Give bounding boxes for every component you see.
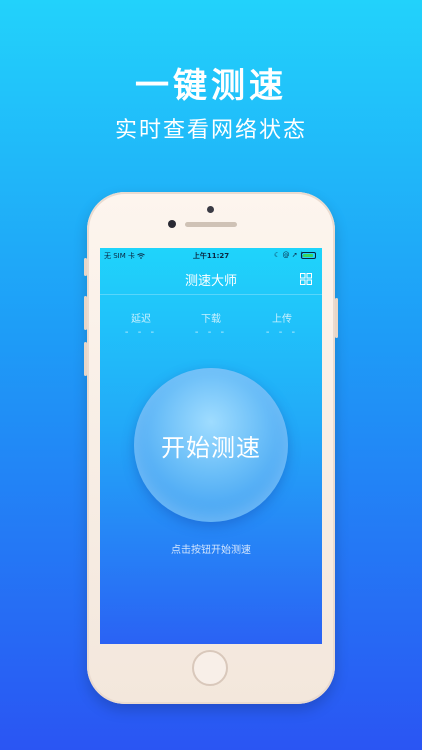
- stat-value: - - -: [265, 327, 299, 338]
- hero-title: 一键测速: [135, 66, 287, 106]
- mute-switch: [84, 258, 87, 276]
- volume-down-button: [84, 342, 87, 376]
- front-camera: [207, 206, 214, 213]
- power-button: [335, 298, 338, 338]
- nav-bar: 测速大师: [100, 262, 322, 295]
- app-title: 测速大师: [184, 274, 237, 289]
- stat-label: 延迟: [131, 314, 151, 325]
- volume-up-button: [84, 296, 87, 330]
- status-icons: ☾ @ ➚ ᛒ: [274, 251, 304, 259]
- hero-subtitle: 实时查看网络状态: [114, 118, 307, 143]
- proximity-sensor: [168, 220, 176, 228]
- hint-text: 点击按钮开始测速: [171, 545, 251, 556]
- stat-upload: 上传 - - -: [252, 310, 312, 338]
- earpiece-speaker: [185, 222, 237, 227]
- status-bar: 无 SIM 卡 上午11:27 ☾ @ ➚ ᛒ: [100, 248, 322, 262]
- location-icon: ➚: [291, 251, 298, 259]
- grid-icon[interactable]: [300, 273, 312, 285]
- stat-download: 下载 - - -: [181, 310, 241, 338]
- battery-fill: [303, 254, 313, 257]
- start-test-button[interactable]: 开始测速: [134, 368, 288, 522]
- lock-rotation-icon: @: [282, 251, 290, 259]
- stat-label: 下载: [201, 314, 221, 325]
- battery-icon: [301, 252, 316, 259]
- moon-icon: ☾: [273, 251, 281, 259]
- home-button[interactable]: [192, 650, 228, 686]
- stat-label: 上传: [272, 314, 292, 325]
- phone-screen: 无 SIM 卡 上午11:27 ☾ @ ➚ ᛒ 测速大师 延迟 - - - 下载…: [100, 248, 322, 644]
- start-test-label: 开始测速: [161, 433, 261, 462]
- stat-latency: 延迟 - - -: [111, 310, 171, 338]
- stat-value: - - -: [194, 327, 228, 338]
- stat-value: - - -: [124, 327, 158, 338]
